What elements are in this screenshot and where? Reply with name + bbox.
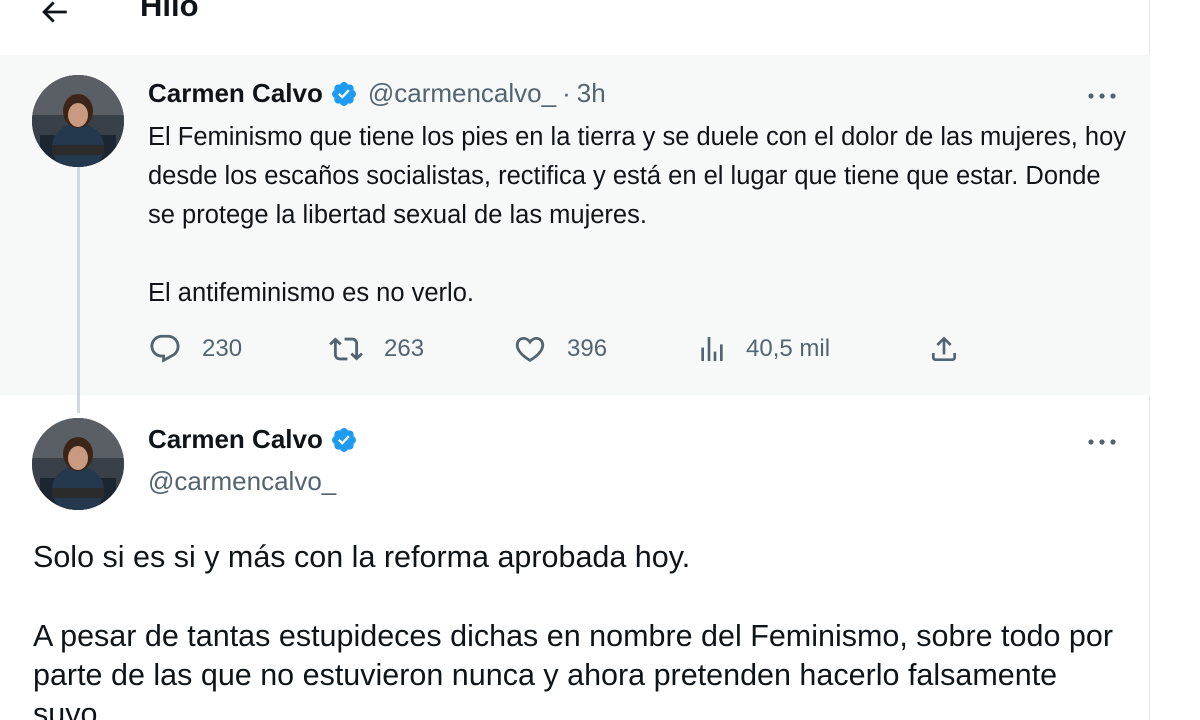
more-options-button[interactable] [1084, 432, 1120, 452]
tweet-paragraph: El antifeminismo es no verlo. [148, 279, 474, 307]
page: Hilo Carmen Calvo @carmencalvo_ · 3h El … [0, 0, 1200, 720]
view-count: 40,5 mil [746, 335, 831, 362]
retweet-button[interactable]: 263 [328, 332, 424, 366]
like-button[interactable]: 396 [513, 332, 607, 366]
author-name[interactable]: Carmen Calvo [148, 424, 323, 455]
main-tweet-header: Carmen Calvo [148, 424, 358, 455]
reply-button[interactable]: 230 [148, 332, 242, 366]
tweet-paragraph: Solo si es si y más con la reforma aprob… [33, 540, 691, 574]
separator-dot: · [562, 78, 571, 108]
avatar[interactable] [32, 418, 124, 510]
reply-icon [150, 334, 180, 363]
page-title: Hilo [140, 0, 199, 23]
verified-badge-icon [330, 426, 358, 454]
back-button[interactable] [36, 0, 72, 30]
tweet-paragraph: A pesar de tantas estupideces dichas en … [33, 619, 1113, 720]
thread-column: Hilo Carmen Calvo @carmencalvo_ · 3h El … [0, 0, 1150, 720]
verified-badge-icon [330, 80, 358, 108]
reply-count: 230 [202, 335, 243, 362]
author-name[interactable]: Carmen Calvo [148, 78, 323, 109]
thread-header: Hilo [0, 0, 1150, 54]
main-tweet-text: Solo si es si y más con la reforma aprob… [33, 538, 1133, 720]
heart-icon [515, 336, 545, 362]
tweet-timestamp[interactable]: 3h [577, 78, 606, 109]
parent-tweet-header: Carmen Calvo @carmencalvo_ · 3h [148, 78, 606, 109]
more-horizontal-icon [1088, 93, 1116, 99]
parent-tweet-text: El Feminismo que tiene los pies en la ti… [148, 118, 1128, 313]
avatar[interactable] [32, 75, 124, 167]
views-button[interactable]: 40,5 mil [696, 332, 830, 366]
retweet-count: 263 [384, 335, 425, 362]
author-handle[interactable]: @carmencalvo_ [148, 466, 336, 497]
share-button[interactable] [928, 332, 960, 366]
more-options-button[interactable] [1084, 86, 1120, 106]
retweet-icon [329, 337, 363, 361]
share-icon [932, 336, 956, 361]
author-handle[interactable]: @carmencalvo_ [368, 78, 556, 109]
more-horizontal-icon [1088, 439, 1116, 445]
tweet-paragraph: El Feminismo que tiene los pies en la ti… [148, 123, 1127, 229]
arrow-left-icon [42, 1, 67, 23]
analytics-icon [701, 337, 723, 361]
like-count: 396 [567, 335, 608, 362]
